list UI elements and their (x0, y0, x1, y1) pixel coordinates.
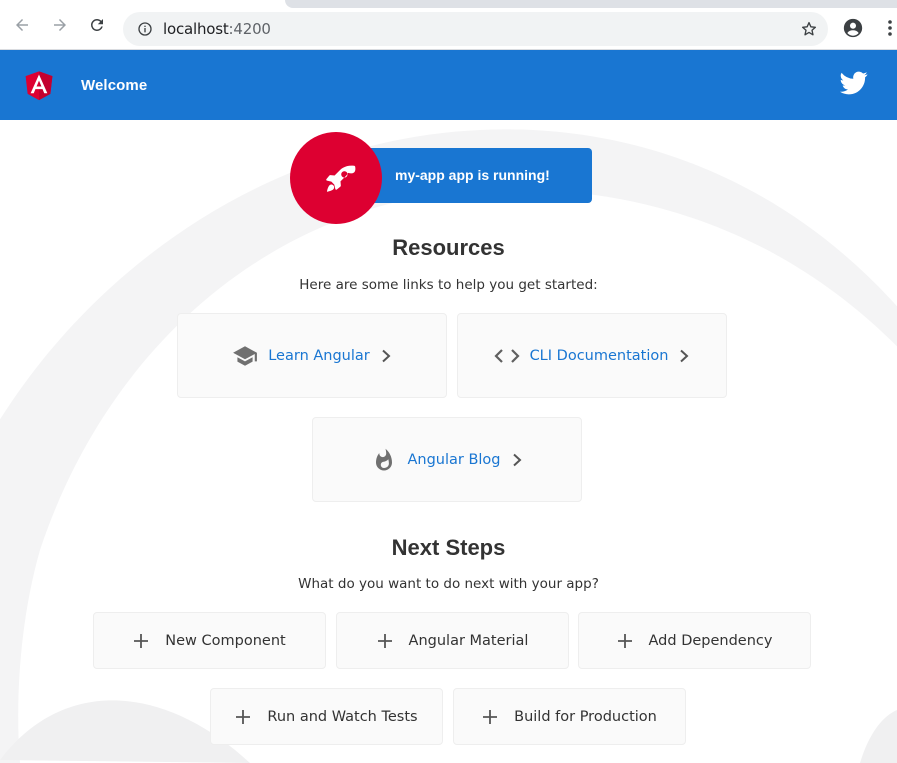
url-host: localhost (163, 20, 229, 38)
plus-icon (134, 633, 149, 648)
plus-icon (483, 709, 498, 724)
bookmark-star-icon[interactable] (800, 20, 818, 38)
arrow-left-icon (16, 19, 28, 31)
graduation-cap-icon (232, 343, 258, 369)
code-brackets-icon (494, 343, 520, 369)
angular-material-button[interactable]: Angular Material (336, 612, 569, 669)
add-dependency-button[interactable]: Add Dependency (578, 612, 811, 669)
resources-heading: Resources (392, 235, 505, 260)
chevron-right-icon (680, 349, 689, 362)
rocket-badge (290, 132, 382, 224)
cli-documentation-label: CLI Documentation (529, 347, 669, 364)
plus-icon (236, 709, 251, 724)
app-toolbar: Welcome (0, 50, 897, 120)
run-and-watch-tests-label: Run and Watch Tests (267, 708, 418, 725)
running-status-text: my-app app is running! (395, 167, 550, 183)
twitter-icon[interactable] (838, 69, 870, 97)
run-and-watch-tests-button[interactable]: Run and Watch Tests (210, 688, 443, 745)
tab-strip (285, 0, 897, 8)
next-steps-subheading: What do you want to do next with your ap… (298, 576, 599, 592)
angular-logo-icon (25, 71, 53, 101)
info-icon[interactable] (137, 21, 153, 37)
url-port: :4200 (228, 20, 271, 38)
reload-button[interactable] (86, 14, 108, 36)
build-for-production-button[interactable]: Build for Production (453, 688, 686, 745)
learn-angular-label: Learn Angular (268, 347, 370, 364)
rocket-icon (326, 165, 356, 192)
resources-subheading: Here are some links to help you get star… (299, 277, 598, 293)
chevron-right-icon (512, 453, 521, 466)
address-bar[interactable]: localhost:4200 (123, 12, 828, 46)
browser-chrome: localhost:4200 (0, 0, 897, 50)
account-icon[interactable] (842, 17, 864, 39)
cli-documentation-card[interactable]: CLI Documentation (457, 313, 727, 398)
main-content: my-app app is running! Resources Here ar… (0, 120, 897, 763)
arrow-right-icon (54, 19, 66, 31)
back-button[interactable] (11, 14, 33, 36)
reload-icon (90, 18, 103, 31)
angular-material-label: Angular Material (408, 632, 529, 649)
build-for-production-label: Build for Production (514, 708, 657, 725)
url-text: localhost:4200 (163, 20, 271, 38)
learn-angular-card[interactable]: Learn Angular (177, 313, 447, 398)
angular-blog-card[interactable]: Angular Blog (312, 417, 582, 502)
chevron-right-icon (382, 349, 391, 362)
next-steps-heading: Next Steps (391, 535, 506, 560)
angular-blog-label: Angular Blog (407, 451, 501, 468)
more-vert-icon[interactable] (884, 18, 896, 38)
plus-icon (377, 633, 392, 648)
add-dependency-label: Add Dependency (648, 632, 773, 649)
toolbar-title: Welcome (81, 77, 148, 94)
flame-icon (371, 447, 397, 473)
new-component-label: New Component (165, 632, 286, 649)
new-component-button[interactable]: New Component (93, 612, 326, 669)
plus-icon (617, 633, 632, 648)
forward-button[interactable] (49, 14, 71, 36)
